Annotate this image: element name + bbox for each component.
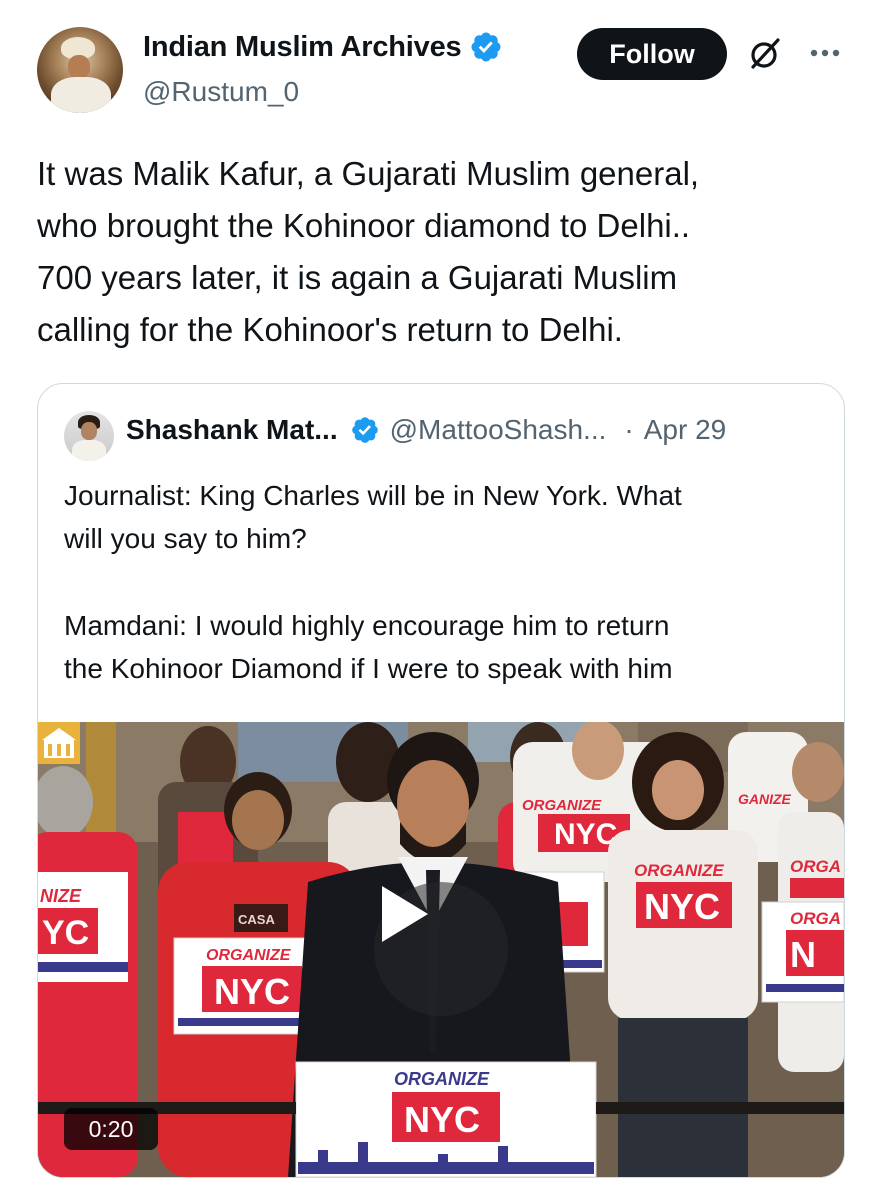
shirt-text-partial: YC — [42, 914, 89, 952]
quoted-author-handle[interactable]: @MattooShash... — [390, 414, 607, 446]
verified-badge-icon — [471, 32, 501, 62]
sign-text-organize: ORGANIZE — [206, 947, 292, 964]
quoted-tweet-text: Journalist: King Charles will be in New … — [64, 474, 824, 690]
avatar-face — [68, 55, 90, 79]
quoted-author-name[interactable]: Shashank Mat... — [126, 414, 338, 446]
follow-button[interactable]: Follow — [577, 28, 727, 80]
quoted-tweet-card[interactable]: Shashank Mat... @MattooShash... · Apr 29… — [37, 383, 845, 1178]
quoted-line: Mamdani: I would highly encourage him to… — [64, 610, 670, 641]
tweet-line: It was Malik Kafur, a Gujarati Muslim ge… — [37, 155, 700, 192]
sign-text-partial: N — [790, 934, 816, 975]
tweet-line: 700 years later, it is again a Gujarati … — [37, 259, 678, 296]
avatar-body — [72, 440, 106, 461]
sign-text-nyc: NYC — [214, 971, 290, 1012]
tweet-line: calling for the Kohinoor's return to Del… — [37, 311, 623, 348]
shirt-text-partial: ORGA — [790, 857, 841, 876]
shirt-text-nyc: NYC — [554, 818, 617, 851]
quoted-tweet-date[interactable]: Apr 29 — [644, 414, 727, 446]
separator-dot: · — [624, 414, 634, 445]
shirt-text-organize: ORGANIZE — [522, 797, 602, 814]
author-display-name[interactable]: Indian Muslim Archives — [143, 31, 462, 64]
shirt-text-nyc: NYC — [644, 886, 720, 927]
podium-text-organize: ORGANIZE — [394, 1069, 490, 1089]
shirt-text-partial: GANIZE — [738, 791, 792, 807]
building-logo-icon — [38, 722, 80, 764]
play-button[interactable] — [374, 882, 508, 1016]
tweet-line: who brought the Kohinoor diamond to Delh… — [37, 207, 691, 244]
quoted-line: the Kohinoor Diamond if I were to speak … — [64, 653, 673, 684]
video-player[interactable]: ORGANIZE NYC GANIZE NIZE YC CASA ORGANIZ… — [38, 722, 844, 1177]
quoted-line: will you say to him? — [64, 523, 307, 554]
shirt-text-partial: NIZE — [40, 886, 82, 906]
badge-text: CASA — [238, 912, 275, 927]
verified-badge-icon — [351, 417, 378, 443]
quoted-line: Journalist: King Charles will be in New … — [64, 480, 682, 511]
grok-icon[interactable] — [745, 34, 785, 74]
podium-text-nyc: NYC — [404, 1099, 480, 1140]
play-icon — [382, 886, 428, 942]
quoted-author-avatar[interactable] — [64, 411, 114, 461]
quoted-tweet-header: Shashank Mat... @MattooShash... · Apr 29 — [126, 414, 726, 446]
avatar-face — [81, 422, 97, 440]
author-avatar[interactable] — [37, 27, 123, 113]
avatar-robe — [51, 77, 111, 113]
more-options-icon[interactable] — [806, 38, 844, 68]
tweet-text: It was Malik Kafur, a Gujarati Muslim ge… — [37, 148, 847, 356]
author-handle[interactable]: @Rustum_0 — [143, 76, 299, 108]
sign-text-partial: ORGA — [790, 909, 841, 928]
shirt-text-organize: ORGANIZE — [634, 861, 724, 880]
author-name-row: Indian Muslim Archives — [143, 30, 503, 64]
video-duration: 0:20 — [64, 1108, 158, 1150]
